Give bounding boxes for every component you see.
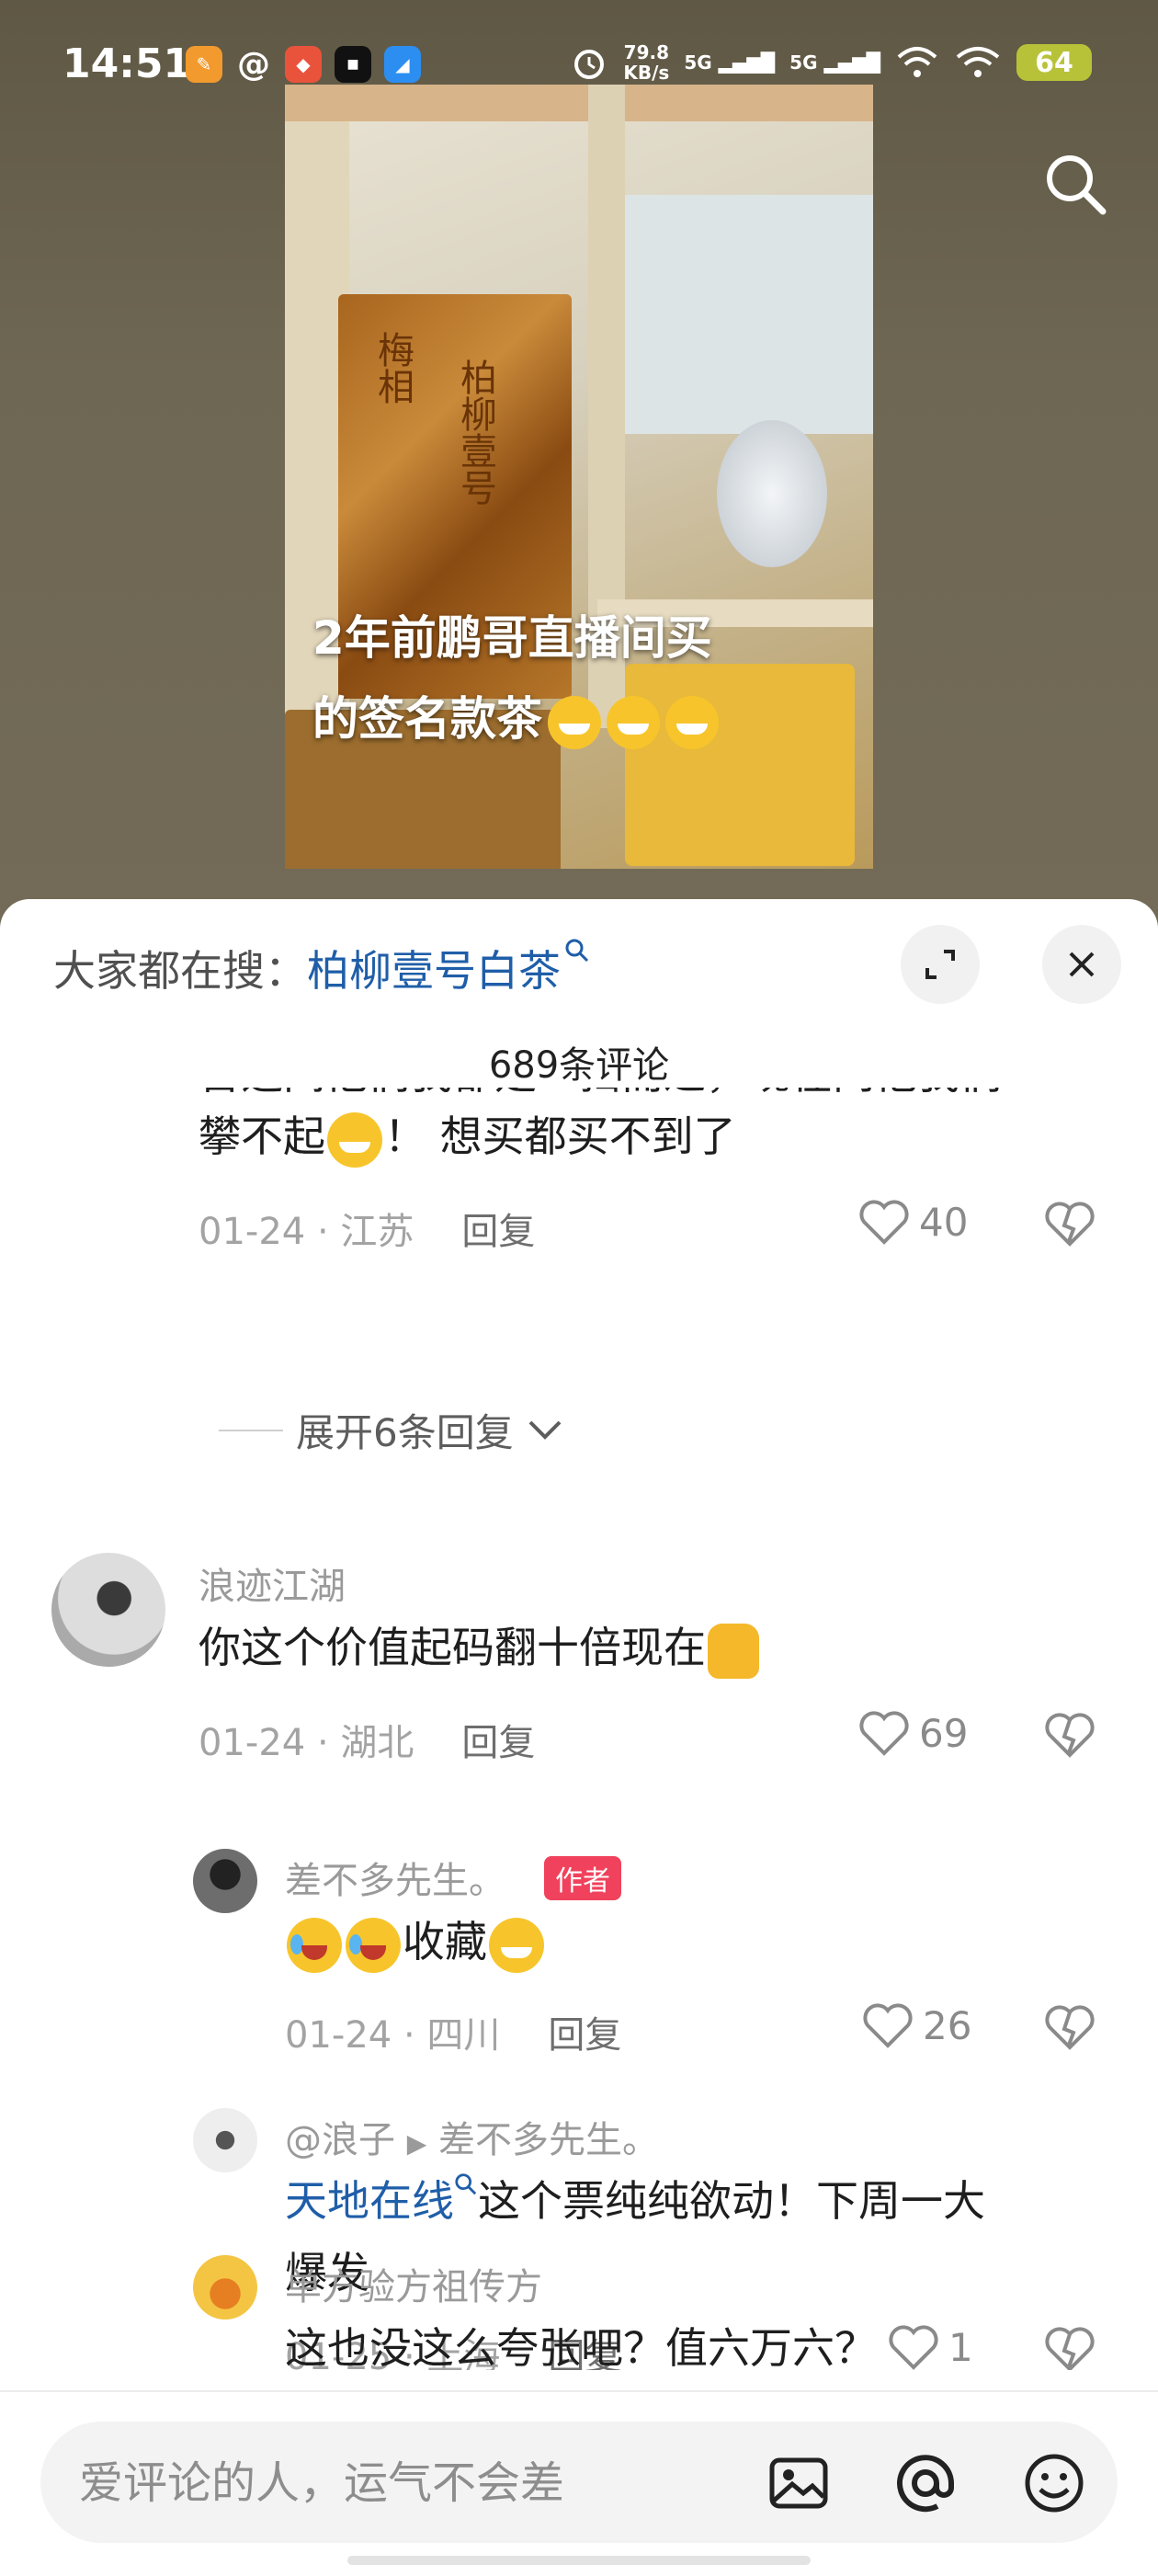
grin-emoji-icon bbox=[489, 1917, 544, 1973]
close-sheet-button[interactable] bbox=[1042, 925, 1121, 1004]
status-indicators: 79.8 KB/s 5G ▂▄▆█ 5G ▂▄▆█ 64 bbox=[570, 42, 1092, 83]
signal-1: 5G ▂▄▆█ bbox=[684, 51, 776, 74]
hot-search-label: 大家都在搜： bbox=[53, 946, 307, 996]
dislike-icon[interactable] bbox=[1044, 2001, 1096, 2053]
expand-sheet-button[interactable] bbox=[901, 925, 980, 1004]
heart-icon bbox=[859, 1200, 909, 1245]
grin-emoji-icon bbox=[327, 1111, 382, 1168]
thumbs-up-emoji-icon bbox=[708, 1623, 759, 1679]
game-app-icon: ■ bbox=[335, 46, 371, 83]
signal-2: 5G ▂▄▆█ bbox=[789, 51, 880, 74]
reply-to-author[interactable]: 差不多先生。 bbox=[438, 2119, 659, 2161]
caption-line-1: 2年前鹏哥直播间买 bbox=[312, 611, 712, 665]
comment-text: 攀不起！ 想买都买不到了 bbox=[199, 1100, 736, 1172]
comment-author[interactable]: @浪子 bbox=[285, 2119, 395, 2161]
wifi-icon bbox=[897, 47, 937, 77]
hot-search-bar[interactable]: 大家都在搜：柏柳壹号白茶 bbox=[53, 938, 590, 998]
grin-emoji-icon bbox=[665, 695, 719, 749]
like-count: 26 bbox=[923, 2002, 972, 2048]
reply-button[interactable]: 回复 bbox=[548, 2014, 621, 2057]
comment-text: 收藏 bbox=[285, 1906, 546, 1978]
like-button[interactable]: 69 bbox=[858, 1709, 968, 1757]
home-indicator[interactable] bbox=[347, 2556, 811, 2565]
video-background[interactable]: 梅相 柏柳壹号 2年前鹏哥直播间买 的签名款茶 bbox=[0, 0, 1158, 919]
comment-author-line: @浪子 ▶ 差不多先生。 bbox=[285, 2119, 659, 2161]
small-search-icon bbox=[455, 2173, 477, 2195]
small-search-icon bbox=[565, 939, 589, 963]
comment-input[interactable] bbox=[77, 2422, 761, 2545]
expand-icon bbox=[925, 950, 955, 979]
shopping-app-icon: ◆ bbox=[285, 46, 322, 83]
like-count: 40 bbox=[919, 1199, 969, 1245]
comment-count-title: 689条评论 bbox=[488, 1044, 670, 1087]
avatar[interactable] bbox=[193, 1849, 257, 1913]
close-icon bbox=[1069, 952, 1095, 977]
reply-button[interactable]: 回复 bbox=[461, 1211, 535, 1253]
image-icon[interactable] bbox=[766, 2451, 831, 2515]
dislike-icon[interactable] bbox=[1044, 1709, 1096, 1761]
heart-icon bbox=[863, 2003, 913, 2048]
comment-list[interactable]: 吾选间他们我都是一扫而过，现在问他我们 攀不起！ 想买都买不到了 01-24 ·… bbox=[0, 1088, 1158, 2370]
comment-meta: 01-24 · 江苏 回复 bbox=[199, 1211, 536, 1253]
notification-icons: ✎ @ ◆ ■ ◢ bbox=[186, 45, 421, 84]
stock-link[interactable]: 天地在线 bbox=[285, 2176, 454, 2226]
search-button[interactable] bbox=[1039, 147, 1112, 221]
avatar[interactable] bbox=[193, 2108, 257, 2172]
author-badge: 作者 bbox=[544, 1856, 621, 1900]
reply-button[interactable]: 回复 bbox=[461, 1722, 535, 1764]
like-button[interactable]: 40 bbox=[858, 1198, 968, 1246]
heart-icon bbox=[859, 1711, 909, 1756]
comment-author[interactable]: 差不多先生。 bbox=[285, 1851, 505, 1904]
comment-author[interactable]: 单方验方祖传方 bbox=[285, 2257, 542, 2310]
netease-music-icon: @ bbox=[237, 45, 270, 84]
expand-replies-label: 展开6条回复 bbox=[296, 1410, 514, 1455]
battery-indicator: 64 bbox=[1016, 44, 1092, 81]
app-notification-icon: ✎ bbox=[186, 46, 222, 83]
grin-emoji-icon bbox=[548, 695, 601, 749]
hot-search-keyword[interactable]: 柏柳壹号白茶 bbox=[307, 946, 561, 996]
comment-input-bar bbox=[0, 2390, 1158, 2576]
comment-item-partial[interactable]: 单方验方祖传方 这也没这么夸张吧？值六万六？ bbox=[0, 2255, 1158, 2375]
comment-text: 你这个价值起码翻十倍现在 bbox=[199, 1612, 761, 1683]
comment-author[interactable]: 浪迹江湖 bbox=[199, 1556, 346, 1610]
grin-emoji-icon bbox=[607, 695, 660, 749]
status-bar: 14:51 ✎ @ ◆ ■ ◢ 79.8 KB/s 5G ▂▄▆█ 5G ▂▄▆█… bbox=[0, 0, 1158, 138]
mention-icon[interactable] bbox=[893, 2451, 958, 2515]
expand-replies-button[interactable]: 展开6条回复 bbox=[219, 1402, 563, 1458]
alarm-icon bbox=[574, 50, 605, 79]
dislike-icon[interactable] bbox=[1044, 1198, 1096, 1249]
like-button[interactable]: 26 bbox=[862, 2001, 971, 2049]
blue-app-icon: ◢ bbox=[384, 46, 421, 83]
laugh-cry-emoji-icon bbox=[287, 1917, 342, 1973]
chevron-down-icon bbox=[528, 1420, 562, 1440]
comment-meta: 01-24 · 四川 回复 bbox=[285, 2014, 622, 2057]
emoji-icon[interactable] bbox=[1022, 2451, 1086, 2515]
wifi-icon-2 bbox=[956, 47, 1000, 77]
avatar[interactable] bbox=[193, 2255, 257, 2320]
comment-text: 这也没这么夸张吧？值六万六？ bbox=[285, 2323, 877, 2373]
net-speed: 79.8 KB/s bbox=[623, 41, 670, 84]
avatar[interactable] bbox=[51, 1553, 165, 1667]
status-time: 14:51 bbox=[62, 40, 192, 87]
laugh-cry-emoji-icon bbox=[346, 1917, 401, 1973]
video-caption: 2年前鹏哥直播间买 的签名款茶 bbox=[312, 598, 864, 759]
caption-line-2: 的签名款茶 bbox=[312, 678, 864, 759]
like-count: 69 bbox=[919, 1710, 969, 1756]
comment-sheet: 大家都在搜：柏柳壹号白茶 689条评论 吾选间他们我都是一扫而过，现在问他我们 … bbox=[0, 899, 1158, 2574]
comment-input-container[interactable] bbox=[40, 2422, 1118, 2545]
search-icon bbox=[1047, 155, 1107, 215]
comment-meta: 01-24 · 湖北 回复 bbox=[199, 1722, 536, 1764]
